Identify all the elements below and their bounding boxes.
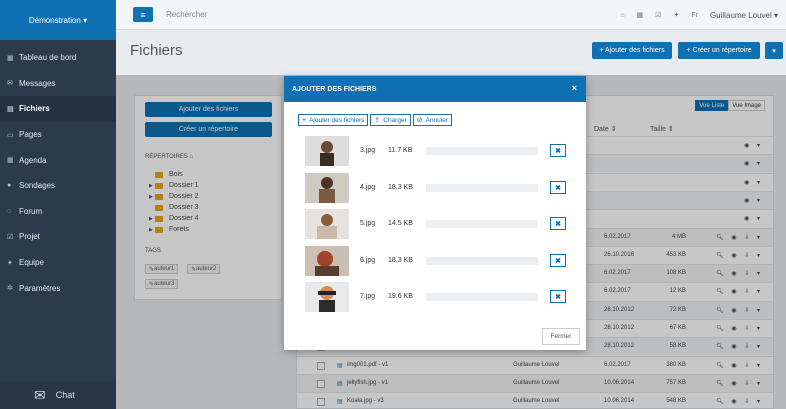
thumbnail-image — [305, 282, 349, 312]
menu-toggle-button[interactable]: ≡ — [133, 7, 153, 22]
remove-file-button[interactable]: ✖ — [550, 217, 566, 230]
file-name: 5.jpg — [360, 220, 376, 227]
sidebar-item-messages[interactable]: ✉ Messages — [0, 71, 116, 97]
pages-icon: ▭ — [7, 131, 14, 139]
topbar: ≡ Rechercher ⌂ ▦ ☑ ✦ Fr Guillaume Louvel… — [116, 0, 786, 30]
thumbnail-image — [305, 173, 349, 203]
dialog-actions: + Ajouter des fichiers ⇪ Charger ⊘ Annuler — [298, 114, 453, 126]
checkbox-icon: ☑ — [7, 233, 14, 241]
file-size: 18.3 KB — [388, 257, 413, 264]
add-files-dialog: AJOUTER DES FICHIERS × + Ajouter des fich… — [284, 76, 586, 350]
add-files-dialog-button[interactable]: + Ajouter des fichiers — [298, 114, 369, 126]
file-name: 4.jpg — [360, 184, 376, 191]
sidebar-item-pages[interactable]: ▭ Pages — [0, 122, 116, 148]
team-icon[interactable]: ✦ — [673, 11, 679, 19]
sidebar: Démonstration ▾ ▦ Tableau de bord ✉ Messag… — [0, 0, 116, 409]
remove-file-button[interactable]: ✖ — [550, 254, 566, 267]
dialog-header: AJOUTER DES FICHIERS × — [284, 76, 586, 102]
cancel-icon: ⊘ — [416, 117, 423, 124]
sidebar-nav: ▦ Tableau de bord ✉ Messages ▤ Fichiers ▭ Pa… — [0, 45, 116, 301]
sidebar-item-project[interactable]: ☑ Projet — [0, 224, 116, 250]
sidebar-item-label: Fichiers — [19, 104, 50, 114]
page-title: Fichiers — [130, 42, 183, 59]
grid-icon: ▦ — [7, 54, 14, 62]
checkbox-icon[interactable]: ☑ — [655, 11, 661, 19]
sidebar-item-settings[interactable]: ✲ Paramètres — [0, 275, 116, 301]
sidebar-item-label: Messages — [19, 78, 56, 88]
file-name: 3.jpg — [360, 147, 376, 154]
file-size: 19.6 KB — [388, 293, 413, 300]
chat-button[interactable]: ✉ Chat — [0, 381, 116, 409]
file-name: 6.jpg — [360, 257, 376, 264]
chat-label: Chat — [55, 390, 75, 400]
search-input[interactable]: Rechercher — [166, 10, 207, 19]
sidebar-item-dashboard[interactable]: ▦ Tableau de bord — [0, 45, 116, 71]
upload-progress-bar — [426, 184, 538, 192]
workspace-selector[interactable]: Démonstration ▾ — [0, 0, 116, 40]
file-size: 11.7 KB — [388, 147, 413, 154]
upload-progress-bar — [426, 293, 538, 301]
calendar-icon[interactable]: ▦ — [637, 11, 644, 19]
sidebar-item-agenda[interactable]: ▦ Agenda — [0, 147, 116, 173]
sidebar-item-label: Pages — [19, 130, 42, 140]
file-row: 4.jpg 18.3 KB ✖ — [305, 173, 566, 203]
sidebar-item-label: Tableau de bord — [19, 53, 77, 63]
sidebar-item-polls[interactable]: ● Sondages — [0, 173, 116, 199]
envelope-icon: ✉ — [7, 80, 13, 88]
sidebar-item-label: Sondages — [19, 181, 56, 191]
more-options-button[interactable]: ▾ — [765, 42, 783, 59]
file-row: 5.jpg 14.5 KB ✖ — [305, 209, 566, 239]
close-button[interactable]: Fermer — [542, 328, 580, 345]
file-size: 18.3 KB — [388, 184, 413, 191]
file-name: 7.jpg — [360, 293, 376, 300]
team-icon: ✦ — [7, 259, 13, 267]
sidebar-item-label: Projet — [19, 232, 40, 242]
file-row: 6.jpg 18.3 KB ✖ — [305, 246, 566, 276]
file-size: 14.5 KB — [388, 220, 413, 227]
sidebar-item-label: Equipe — [19, 258, 44, 268]
file-row: 3.jpg 11.7 KB ✖ — [305, 136, 566, 166]
file-row: 7.jpg 19.6 KB ✖ — [305, 282, 566, 312]
question-icon: ● — [7, 182, 12, 190]
home-icon[interactable]: ⌂ — [620, 12, 624, 19]
upload-progress-bar — [426, 147, 538, 155]
cancel-button[interactable]: ⊘ Annuler — [412, 114, 453, 126]
gear-icon: ✲ — [7, 285, 13, 293]
plus-icon: + — [302, 116, 307, 124]
sidebar-item-label: Forum — [19, 206, 43, 216]
sidebar-item-label: Paramètres — [19, 283, 61, 293]
close-icon[interactable]: × — [572, 83, 577, 93]
upload-button[interactable]: ⇪ Charger — [370, 114, 411, 126]
sidebar-item-files[interactable]: ▤ Fichiers — [0, 96, 116, 122]
calendar-icon: ▦ — [7, 157, 14, 165]
language-selector[interactable]: Fr — [691, 12, 698, 19]
topbar-icons: ⌂ ▦ ☑ ✦ Fr Guillaume Louvel ▾ — [620, 0, 778, 30]
thumbnail-image — [305, 209, 349, 239]
forum-icon: ◌ — [7, 207, 12, 215]
dialog-title: AJOUTER DES FICHIERS — [292, 85, 377, 93]
remove-file-button[interactable]: ✖ — [550, 290, 566, 303]
sidebar-item-forum[interactable]: ◌ Forum — [0, 199, 116, 225]
thumbnail-image — [305, 246, 349, 276]
upload-progress-bar — [426, 220, 538, 228]
add-files-button[interactable]: + Ajouter des fichiers — [592, 42, 672, 59]
remove-file-button[interactable]: ✖ — [550, 144, 566, 157]
create-directory-button[interactable]: + Créer un répertoire — [678, 42, 760, 59]
sidebar-item-label: Agenda — [19, 155, 47, 165]
file-icon: ▤ — [7, 105, 14, 113]
sidebar-item-team[interactable]: ✦ Equipe — [0, 250, 116, 276]
remove-file-button[interactable]: ✖ — [550, 181, 566, 194]
upload-progress-bar — [426, 257, 538, 265]
envelope-icon: ✉ — [34, 386, 46, 403]
upload-icon: ⇪ — [374, 117, 381, 124]
user-menu[interactable]: Guillaume Louvel ▾ — [710, 11, 778, 20]
thumbnail-image — [305, 136, 349, 166]
